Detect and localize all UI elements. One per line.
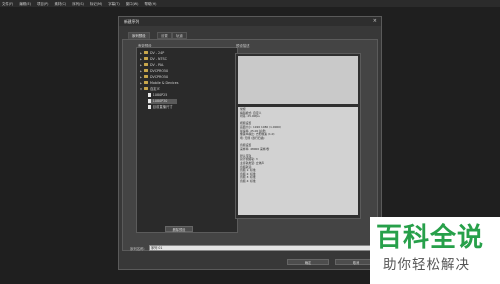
folder-icon bbox=[144, 75, 148, 79]
new-sequence-dialog: 新建序列 × 序列预设 设置 轨道 有效预设 ▶ DV - 24P ▶ DV - N… bbox=[118, 16, 382, 270]
preset-description-text: 常规 编辑模式: 自定义 时基: 25.00fps 视频设置 画面大小: 192… bbox=[238, 107, 358, 215]
tab-tracks[interactable]: 轨道 bbox=[172, 32, 187, 39]
menu-file[interactable]: 文件(F) bbox=[2, 1, 13, 6]
folder-icon bbox=[144, 63, 148, 67]
preset-preview-area bbox=[238, 56, 358, 104]
menu-project[interactable]: 项目(P) bbox=[37, 1, 48, 6]
watermark-sub-text: 助你轻松解决 bbox=[383, 257, 470, 273]
tree-item-folder[interactable]: ▶ DVCPRO50 bbox=[140, 69, 168, 74]
delete-preset-button[interactable]: 删除预设 bbox=[165, 226, 193, 232]
dialog-title: 新建序列 bbox=[124, 19, 140, 24]
tree-item-folder[interactable]: ▶ DV - PAL bbox=[140, 63, 164, 68]
watermark-logo: 百科全说 助你轻松解决 bbox=[370, 217, 500, 284]
sequence-name-label: 序列名称: bbox=[130, 247, 145, 251]
menu-bar: 文件(F) 编辑(E) 项目(P) 素材(C) 序列(S) 标记(M) 字幕(T… bbox=[0, 0, 500, 7]
menu-marker[interactable]: 标记(M) bbox=[90, 1, 102, 6]
menu-window[interactable]: 窗口(W) bbox=[126, 1, 139, 6]
tree-item-folder[interactable]: ▶ DVCPRO50 bbox=[140, 75, 168, 80]
tree-item-preset[interactable]: 目前直播尺寸 bbox=[148, 105, 173, 110]
preset-description-label: 预设描述 bbox=[236, 44, 250, 48]
menu-help[interactable]: 帮助(H) bbox=[144, 1, 156, 6]
preset-tree[interactable]: ▶ DV - 24P ▶ DV - NTSC ▶ DV - PAL ▶ DVCPRO50… bbox=[136, 47, 238, 233]
ok-button[interactable]: 确定 bbox=[287, 259, 329, 265]
folder-icon bbox=[144, 87, 148, 91]
menu-sequence[interactable]: 序列(S) bbox=[72, 1, 84, 6]
folder-icon bbox=[144, 81, 148, 85]
folder-icon bbox=[144, 57, 148, 61]
tree-item-folder[interactable]: ▶ DV - NTSC bbox=[140, 57, 167, 62]
folder-icon bbox=[144, 51, 148, 55]
file-icon bbox=[148, 99, 151, 103]
tab-sequence-presets[interactable]: 序列预设 bbox=[128, 32, 150, 39]
tree-item-folder-custom[interactable]: ▼ 自定义 bbox=[140, 87, 160, 92]
menu-edit[interactable]: 编辑(E) bbox=[19, 1, 31, 6]
preset-description-box: 常规 编辑模式: 自定义 时基: 25.00fps 视频设置 画面大小: 192… bbox=[235, 53, 361, 219]
close-icon[interactable]: × bbox=[373, 18, 377, 24]
tree-item-folder[interactable]: ▶ Mobile & Devices bbox=[140, 81, 178, 86]
file-icon bbox=[148, 105, 151, 109]
tree-item-preset-selected[interactable]: 1080P30 bbox=[148, 99, 178, 104]
tab-settings[interactable]: 设置 bbox=[157, 32, 172, 39]
menu-title[interactable]: 字幕(T) bbox=[108, 1, 120, 6]
tree-item-folder[interactable]: ▶ DV - 24P bbox=[140, 51, 164, 56]
dialog-titlebar[interactable]: 新建序列 × bbox=[119, 17, 381, 26]
folder-icon bbox=[144, 69, 148, 73]
watermark-main-text: 百科全说 bbox=[376, 223, 485, 253]
sequence-name-input[interactable]: 序列 01 bbox=[149, 245, 375, 251]
file-icon bbox=[148, 93, 151, 97]
menu-clip[interactable]: 素材(C) bbox=[54, 1, 66, 6]
tree-item-preset[interactable]: 1080P25 bbox=[148, 93, 167, 98]
